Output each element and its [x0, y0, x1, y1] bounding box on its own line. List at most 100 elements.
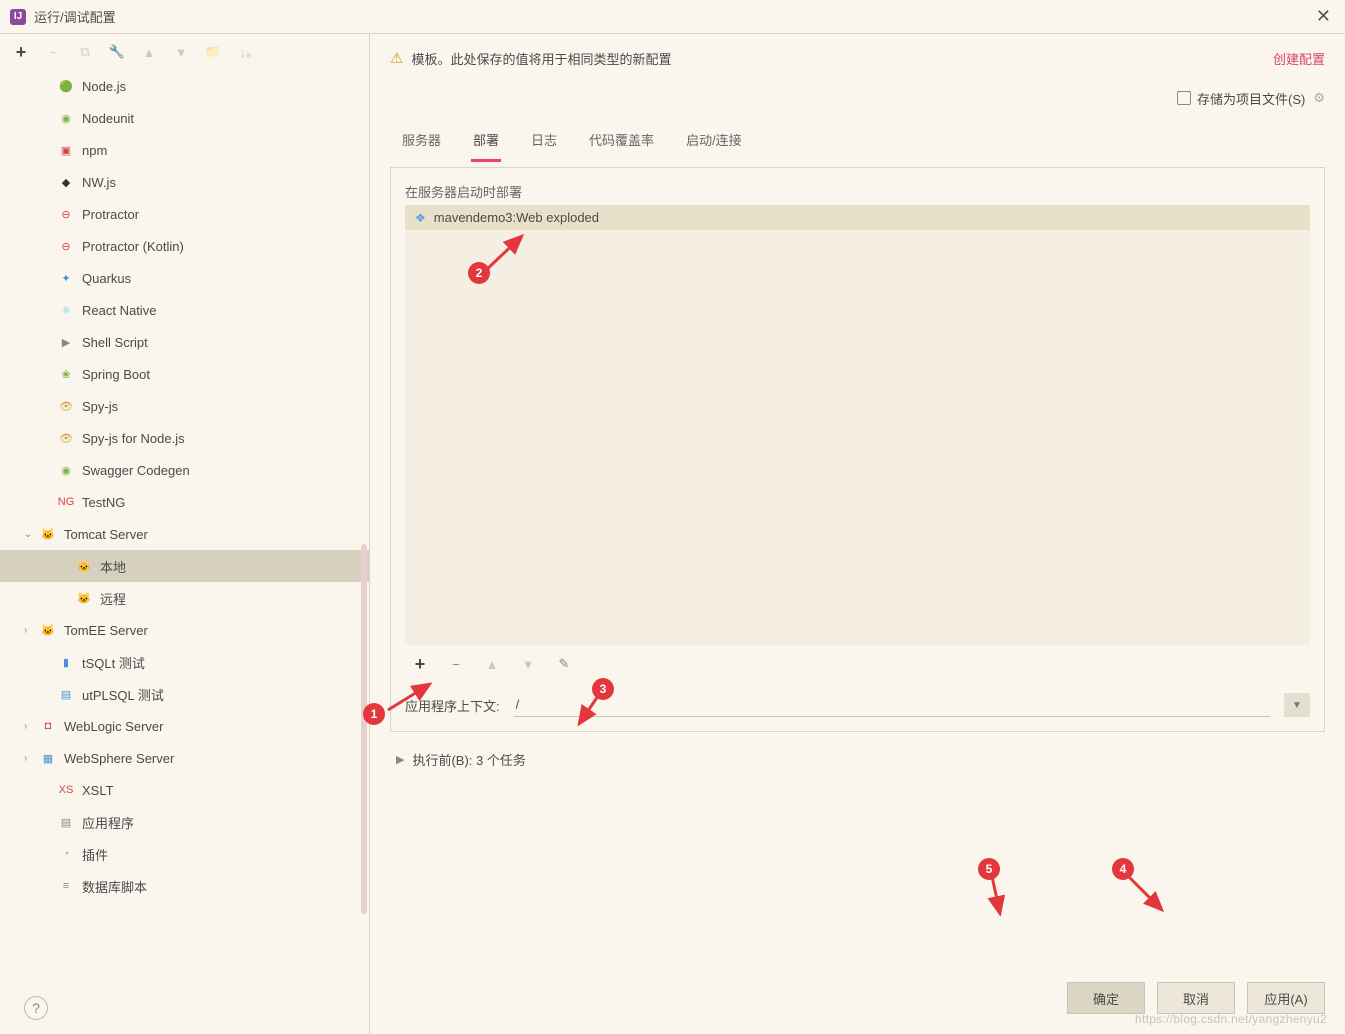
tree-item-icon: ◘	[40, 718, 56, 734]
annotation-badge: 3	[592, 678, 614, 700]
tree-item[interactable]: 🟢 Node.js	[0, 70, 369, 102]
tree-item-icon: ◆	[58, 174, 74, 190]
tree-item[interactable]: 🐱远程	[0, 582, 369, 614]
gear-icon[interactable]: ⚙	[1313, 90, 1325, 106]
deploy-label: 在服务器启动时部署	[405, 182, 1310, 201]
tree-item-label: tSQLt 测试	[82, 653, 145, 672]
tree-item[interactable]: ⚛React Native	[0, 294, 369, 326]
sidebar: + − ⧉ 🔧 ▲ ▼ 📁 ↓ₐ 🟢Node.js◉Nodeunit▣npm◆N…	[0, 34, 370, 1034]
tab[interactable]: 服务器	[400, 122, 443, 161]
tree-item[interactable]: 🐱本地	[0, 550, 369, 582]
window-title: 运行/调试配置	[34, 7, 116, 26]
deploy-down-icon[interactable]: ▼	[517, 653, 539, 675]
scrollbar-thumb[interactable]	[361, 544, 367, 914]
tree-item[interactable]: ›◘WebLogic Server	[0, 710, 369, 742]
context-input[interactable]	[514, 693, 1270, 717]
tree-item[interactable]: ▤ 应用程序	[0, 806, 369, 838]
tree-item-icon: ⊖	[58, 206, 74, 222]
remove-config-button[interactable]: −	[42, 41, 64, 63]
tree-item[interactable]: ›🐱TomEE Server	[0, 614, 369, 646]
tree-item-icon: ▤	[58, 814, 74, 830]
tree-item-label: 远程	[100, 589, 126, 608]
annotation-badge: 2	[468, 262, 490, 284]
tree-item-label: Protractor (Kotlin)	[82, 239, 184, 254]
help-button[interactable]: ?	[24, 996, 48, 1020]
tree-item-icon: ≡	[58, 878, 74, 894]
tree-item-icon: ⊖	[58, 238, 74, 254]
tree-item[interactable]: ▮ tSQLt 测试	[0, 646, 369, 678]
store-label: 存储为项目文件(S)	[1197, 89, 1305, 108]
main-panel: ⚠ 模板。此处保存的值将用于相同类型的新配置 创建配置 存储为项目文件(S) ⚙…	[370, 34, 1345, 1034]
tree-item[interactable]: ▤utPLSQL 测试	[0, 678, 369, 710]
tree-item[interactable]: NGTestNG	[0, 486, 369, 518]
tree-item-label: Spring Boot	[82, 367, 150, 382]
tree-item-icon: ▮	[58, 654, 74, 670]
sort-icon[interactable]: ↓ₐ	[234, 41, 256, 63]
context-dropdown-icon[interactable]: ▼	[1284, 693, 1310, 717]
tree-item[interactable]: ⌄🐱Tomcat Server	[0, 518, 369, 550]
tree-item-label: Spy-js for Node.js	[82, 431, 185, 446]
tab[interactable]: 代码覆盖率	[587, 122, 656, 161]
tree-item-icon: ▤	[58, 686, 74, 702]
tree-item-label: XSLT	[82, 783, 114, 798]
tree-item[interactable]: 👁Spy-js	[0, 390, 369, 422]
tree-item[interactable]: ◔插件	[0, 838, 369, 870]
tab[interactable]: 部署	[471, 122, 501, 162]
tree-item[interactable]: ▣npm	[0, 134, 369, 166]
tree-item-label: WebSphere Server	[64, 751, 174, 766]
tree-item[interactable]: ◉Nodeunit	[0, 102, 369, 134]
tree-item-icon: 👁	[58, 398, 74, 414]
deploy-add-button[interactable]: +	[409, 653, 431, 675]
tree-item-icon: ⚛	[58, 302, 74, 318]
tree-item[interactable]: ≡ 数据库脚本	[0, 870, 369, 902]
ok-button[interactable]: 确定	[1067, 982, 1145, 1014]
tree-item[interactable]: ▶Shell Script	[0, 326, 369, 358]
tree-item[interactable]: ◉Swagger Codegen	[0, 454, 369, 486]
before-run-section[interactable]: ▶ 执行前(B): 3 个任务	[390, 750, 1325, 769]
tree-item[interactable]: ›▦WebSphere Server	[0, 742, 369, 774]
store-checkbox[interactable]	[1177, 91, 1191, 105]
tree-item-label: 插件	[82, 845, 108, 864]
tree-item-icon: ❀	[58, 366, 74, 382]
down-icon[interactable]: ▼	[170, 41, 192, 63]
tree-item[interactable]: ❀ Spring Boot	[0, 358, 369, 390]
tree-item-label: Node.js	[82, 79, 126, 94]
deploy-up-icon[interactable]: ▲	[481, 653, 503, 675]
context-row: 应用程序上下文: ▼	[405, 693, 1310, 717]
add-config-button[interactable]: +	[10, 41, 32, 63]
tree-item[interactable]: ⊖ Protractor (Kotlin)	[0, 230, 369, 262]
titlebar: IJ 运行/调试配置 ✕	[0, 0, 1345, 34]
wrench-icon[interactable]: 🔧	[106, 41, 128, 63]
apply-button[interactable]: 应用(A)	[1247, 982, 1325, 1014]
chevron-icon: ›	[24, 721, 27, 732]
copy-config-button[interactable]: ⧉	[74, 41, 96, 63]
deploy-remove-button[interactable]: −	[445, 653, 467, 675]
tree-item[interactable]: ✦Quarkus	[0, 262, 369, 294]
tree-item[interactable]: XSXSLT	[0, 774, 369, 806]
cancel-button[interactable]: 取消	[1157, 982, 1235, 1014]
tree-item[interactable]: ⊖Protractor	[0, 198, 369, 230]
tree-item-icon: 🟢	[58, 78, 74, 94]
deploy-item[interactable]: ❖ mavendemo3:Web exploded	[405, 205, 1310, 230]
tab[interactable]: 启动/连接	[684, 122, 744, 161]
tabs: 服务器部署日志代码覆盖率启动/连接	[390, 122, 1325, 161]
deploy-edit-icon[interactable]: ✎	[553, 653, 575, 675]
tree-item-label: 数据库脚本	[82, 877, 147, 896]
tree-item-label: npm	[82, 143, 107, 158]
chevron-right-icon: ▶	[396, 753, 404, 766]
tree-item[interactable]: ◆NW.js	[0, 166, 369, 198]
up-icon[interactable]: ▲	[138, 41, 160, 63]
config-tree: 🟢Node.js◉Nodeunit▣npm◆NW.js⊖Protractor⊖P…	[0, 70, 369, 1034]
create-config-link[interactable]: 创建配置	[1273, 49, 1325, 68]
sidebar-toolbar: + − ⧉ 🔧 ▲ ▼ 📁 ↓ₐ	[0, 34, 369, 70]
tree-item-icon: 🐱	[40, 526, 56, 542]
store-option-row: 存储为项目文件(S) ⚙	[390, 82, 1325, 114]
annotation-badge: 5	[978, 858, 1000, 880]
tree-item-label: 应用程序	[82, 813, 134, 832]
tree-item[interactable]: 👁Spy-js for Node.js	[0, 422, 369, 454]
tab[interactable]: 日志	[529, 122, 559, 161]
tree-item-icon: 🐱	[76, 558, 92, 574]
close-icon[interactable]: ✕	[1312, 6, 1335, 27]
folder-icon[interactable]: 📁	[202, 41, 224, 63]
tree-item-icon: ▶	[58, 334, 74, 350]
